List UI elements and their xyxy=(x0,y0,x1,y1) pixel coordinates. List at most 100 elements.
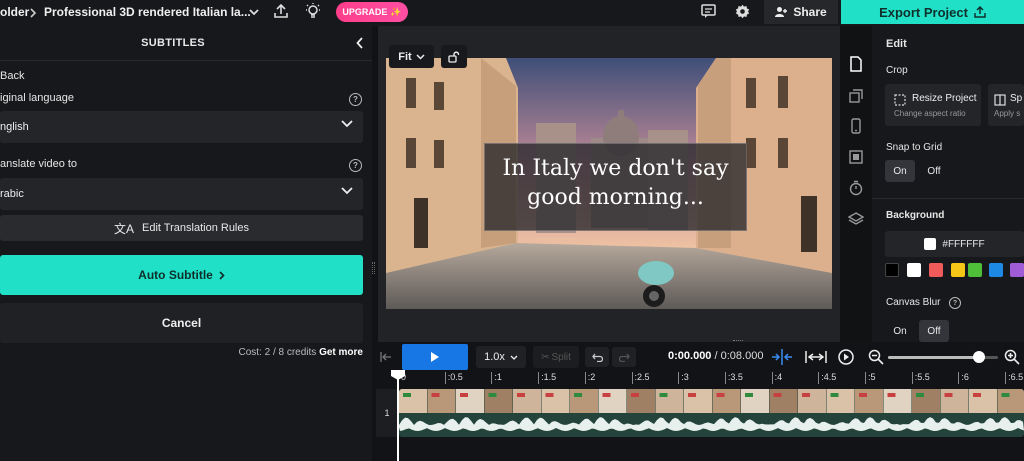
snap-on-toggle[interactable]: On xyxy=(885,160,915,182)
translate-language-select[interactable]: rabic xyxy=(0,178,363,210)
blur-on-toggle[interactable]: On xyxy=(885,320,915,342)
resize-icon xyxy=(894,94,906,106)
help-icon[interactable]: ? xyxy=(349,159,362,172)
tool-strip xyxy=(842,48,870,238)
time-ruler[interactable]: 0:0.5:1:1.5:2:2.5:3:3.5:4:4.5:5:5.5:6:6.… xyxy=(398,372,1024,384)
ruler-tick: :3.5 xyxy=(724,372,743,384)
timer-icon[interactable] xyxy=(848,180,864,196)
original-language-label: iginal language xyxy=(0,92,75,104)
fit-timeline-icon[interactable] xyxy=(805,350,827,364)
cancel-button[interactable]: Cancel xyxy=(0,303,363,343)
swatch-black[interactable] xyxy=(885,263,899,277)
comment-icon[interactable] xyxy=(701,4,716,19)
video-clip[interactable] xyxy=(399,389,1024,437)
ruler-tick: :0.5 xyxy=(444,372,463,384)
resize-project-card[interactable]: Resize Project Change aspect ratio xyxy=(885,84,981,126)
playhead[interactable] xyxy=(391,370,405,461)
chevron-down-icon xyxy=(341,187,353,195)
subtitle-text[interactable]: In Italy we don't say good morning... xyxy=(484,154,747,212)
crop-label: Crop xyxy=(886,65,908,76)
blur-off-toggle[interactable]: Off xyxy=(919,320,949,342)
swatch-white[interactable] xyxy=(907,263,921,277)
color-preview xyxy=(924,238,937,250)
subtitle-line-1: In Italy we don't say xyxy=(502,156,729,181)
swatch-yellow[interactable] xyxy=(951,263,965,277)
split-icon xyxy=(994,94,1006,106)
mobile-icon[interactable] xyxy=(848,118,864,134)
snap-off-toggle[interactable]: Off xyxy=(919,160,949,182)
ruler-tick: :4.5 xyxy=(818,372,836,384)
help-icon[interactable]: ? xyxy=(949,297,961,309)
upload-icon[interactable] xyxy=(273,3,289,19)
edit-rules-label: Edit Translation Rules xyxy=(142,222,249,234)
ruler-tick: :3 xyxy=(678,372,689,384)
layers-copy-icon[interactable] xyxy=(848,88,864,104)
frame-icon[interactable] xyxy=(848,149,864,165)
fit-dropdown[interactable]: Fit xyxy=(389,45,434,68)
ruler-tick: :6 xyxy=(958,372,969,384)
fit-label: Fit xyxy=(398,50,412,63)
background-label: Background xyxy=(886,210,945,221)
collapse-panel-icon[interactable] xyxy=(356,37,364,49)
split-button[interactable]: ✂ Split xyxy=(533,346,579,368)
unlock-icon xyxy=(448,51,460,63)
loop-play-icon[interactable] xyxy=(837,348,855,366)
undo-icon xyxy=(591,353,603,362)
snap-off-label: Off xyxy=(927,165,941,177)
track-number: 1 xyxy=(376,389,398,437)
split-scene-card[interactable]: Sp Apply s xyxy=(988,84,1024,126)
lightbulb-icon[interactable] xyxy=(305,2,321,20)
background-color-field[interactable]: #FFFFFF xyxy=(885,231,1024,257)
resize-subtitle: Change aspect ratio xyxy=(894,109,966,118)
speed-value: 1.0x xyxy=(484,351,505,363)
panel-resize-handle[interactable] xyxy=(372,262,375,274)
back-link[interactable]: Back xyxy=(0,70,24,82)
swatch-red[interactable] xyxy=(929,263,943,277)
collapse-left-icon[interactable] xyxy=(380,352,392,362)
help-icon[interactable]: ? xyxy=(349,93,362,106)
auto-subtitle-button[interactable]: Auto Subtitle xyxy=(0,255,363,295)
document-icon[interactable] xyxy=(848,56,864,72)
redo-button[interactable] xyxy=(612,347,636,367)
original-language-value: nglish xyxy=(0,121,29,133)
ruler-tick: :2 xyxy=(584,372,595,384)
chevron-down-icon[interactable] xyxy=(249,9,259,16)
gear-icon[interactable] xyxy=(735,4,750,19)
split-label: Split xyxy=(551,351,571,363)
folder-breadcrumb[interactable]: older xyxy=(0,5,29,19)
layers-icon[interactable] xyxy=(848,211,864,227)
zoom-slider-track[interactable] xyxy=(888,351,998,363)
share-button[interactable]: Share xyxy=(764,0,838,24)
original-language-select[interactable]: nglish xyxy=(0,111,363,143)
upgrade-button[interactable]: UPGRADE ✨ xyxy=(336,2,408,22)
export-project-button[interactable]: Export Project xyxy=(841,0,1024,24)
edit-translation-rules-button[interactable]: 文A Edit Translation Rules xyxy=(0,215,363,241)
swatch-blue[interactable] xyxy=(989,263,1003,277)
edit-panel: Edit Crop Resize Project Change aspect r… xyxy=(872,26,1024,342)
top-bar: older Professional 3D rendered Italian l… xyxy=(0,0,1024,26)
split-title: Sp xyxy=(1010,93,1023,104)
project-title[interactable]: Professional 3D rendered Italian la... xyxy=(44,5,251,19)
split-subtitle: Apply s xyxy=(994,109,1021,118)
play-button[interactable] xyxy=(402,344,468,370)
speed-dropdown[interactable]: 1.0x xyxy=(476,346,526,368)
share-label: Share xyxy=(793,5,827,19)
ruler-tick: :1 xyxy=(491,372,502,384)
ruler-tick: :5 xyxy=(865,372,876,384)
snap-magnet-icon[interactable] xyxy=(771,349,793,365)
background-hex-value: #FFFFFF xyxy=(942,238,985,250)
export-icon xyxy=(974,6,986,18)
zoom-in-icon[interactable] xyxy=(1004,349,1020,365)
get-more-link[interactable]: Get more xyxy=(319,347,363,358)
redo-icon xyxy=(618,353,630,362)
swatch-green[interactable] xyxy=(968,263,982,277)
panel-title: SUBTITLES xyxy=(141,37,205,49)
resize-title: Resize Project xyxy=(912,93,977,104)
lock-aspect-button[interactable] xyxy=(441,45,467,68)
current-time: 0:00.000 xyxy=(668,350,712,362)
blur-off-label: Off xyxy=(927,325,941,337)
zoom-out-icon[interactable] xyxy=(868,349,884,365)
swatch-purple[interactable] xyxy=(1010,263,1024,277)
divider xyxy=(872,198,1024,199)
undo-button[interactable] xyxy=(585,347,609,367)
